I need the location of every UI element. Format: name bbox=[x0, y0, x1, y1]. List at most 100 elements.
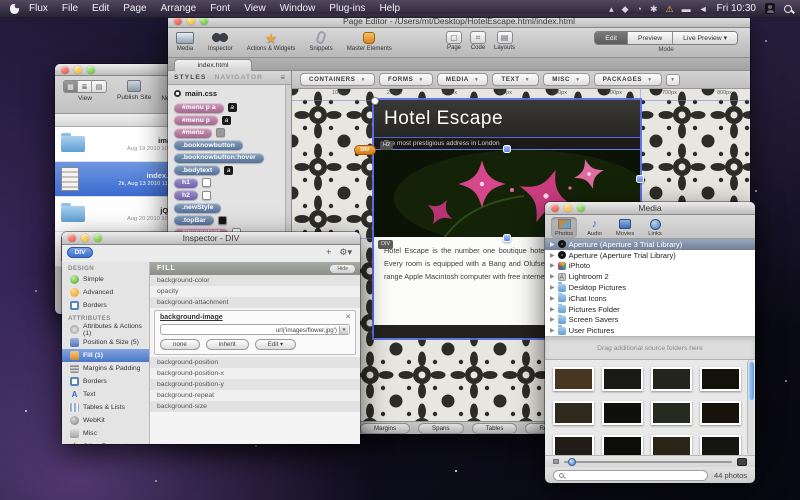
media-tab[interactable]: Links bbox=[644, 217, 666, 238]
disclosure-triangle-icon[interactable]: ▶ bbox=[550, 284, 555, 291]
inspector-titlebar[interactable]: Inspector - DIV bbox=[62, 232, 360, 245]
css-style-row[interactable]: h1 bbox=[174, 178, 291, 188]
slider-track[interactable] bbox=[564, 461, 732, 463]
tab-index-html[interactable]: index.html bbox=[174, 59, 252, 71]
css-style-row[interactable]: .booknowbutton bbox=[174, 140, 291, 150]
insert-menu-button[interactable]: PACKAGES▼ bbox=[594, 73, 662, 86]
canvas-tool-button[interactable]: Tables bbox=[472, 423, 518, 434]
zoom-button[interactable] bbox=[87, 66, 95, 74]
media-source-row[interactable]: ▶ iPhoto bbox=[545, 261, 755, 272]
photo-thumbnail[interactable] bbox=[700, 401, 741, 425]
insert-menu-button[interactable]: TEXT▼ bbox=[492, 73, 539, 86]
view-button[interactable]: ▤ Layouts bbox=[494, 31, 515, 51]
media-source-row[interactable]: ▶ Aperture (Aperture Trial Library) bbox=[545, 250, 755, 261]
media-source-row[interactable]: ▶ Pictures Folder bbox=[545, 304, 755, 315]
media-source-row[interactable]: ▶ Screen Savers bbox=[545, 315, 755, 326]
resize-handle[interactable] bbox=[503, 145, 511, 153]
nav-item[interactable]: Borders bbox=[62, 299, 149, 312]
view-segmented[interactable]: ▦≣▤ bbox=[63, 80, 107, 93]
div-tag-orange[interactable]: DIV bbox=[354, 145, 376, 155]
volume-icon[interactable]: ◄ bbox=[699, 0, 708, 18]
css-style-row[interactable]: .bodytext a bbox=[174, 165, 291, 175]
time-machine-icon[interactable]: ◔ bbox=[637, 0, 642, 18]
add-icon[interactable]: + bbox=[326, 247, 331, 258]
search-input[interactable] bbox=[553, 470, 708, 481]
tab-styles[interactable]: STYLES bbox=[174, 74, 206, 81]
css-style-row[interactable]: .topBar bbox=[174, 215, 291, 225]
media-source-row[interactable]: ▶ User Pictures bbox=[545, 325, 755, 336]
insert-menu-button[interactable]: MISC▼ bbox=[543, 73, 589, 86]
media-tab[interactable]: Movies bbox=[612, 217, 638, 238]
gear-icon[interactable]: ⚙▾ bbox=[339, 247, 352, 258]
menu-item[interactable]: Help bbox=[379, 3, 400, 14]
menu-item[interactable]: Edit bbox=[92, 3, 109, 14]
css-style-row[interactable]: #menu p a a bbox=[174, 103, 291, 113]
photo-thumbnail[interactable] bbox=[700, 367, 741, 391]
menu-item[interactable]: Flux bbox=[29, 3, 48, 14]
canvas-tool-button[interactable]: Margins bbox=[360, 423, 410, 434]
thumb-scrollbar[interactable] bbox=[747, 360, 754, 455]
disclosure-triangle-icon[interactable]: ▶ bbox=[550, 316, 555, 323]
resize-handle[interactable] bbox=[503, 234, 511, 242]
disclosure-triangle-icon[interactable]: ▶ bbox=[550, 295, 555, 302]
slider-knob[interactable] bbox=[568, 458, 576, 466]
nav-item[interactable]: Tables & Lists bbox=[62, 401, 149, 414]
toolbar-button[interactable]: ★ Actions & Widgets bbox=[247, 30, 296, 52]
media-source-row[interactable]: ▶ Aperture (Aperture 3 Trial Library) bbox=[545, 239, 755, 250]
menu-item[interactable]: Font bbox=[210, 3, 230, 14]
toolbar-button[interactable]: Media bbox=[176, 30, 194, 52]
menu-item[interactable]: Plug-ins bbox=[329, 3, 365, 14]
apple-icon[interactable] bbox=[10, 4, 19, 14]
disclosure-triangle-icon[interactable]: ▶ bbox=[550, 273, 555, 280]
disclosure-triangle-icon[interactable]: ▶ bbox=[550, 241, 555, 248]
view-button[interactable]: ▢ Page bbox=[446, 31, 462, 51]
css-style-row[interactable]: .newStyle bbox=[174, 203, 291, 213]
menu-item[interactable]: File bbox=[62, 3, 78, 14]
photo-thumbnail[interactable] bbox=[602, 435, 643, 455]
resize-handle[interactable] bbox=[371, 97, 379, 105]
fill-hide-badge[interactable]: Hide bbox=[330, 265, 355, 273]
nav-item[interactable]: WebKit bbox=[62, 414, 149, 427]
disclosure-triangle-icon[interactable]: ▶ bbox=[550, 262, 555, 269]
fill-action-button[interactable]: none bbox=[160, 339, 200, 350]
nav-item[interactable]: Margins & Padding bbox=[62, 362, 149, 375]
photo-thumbnail[interactable] bbox=[651, 435, 692, 455]
nav-item[interactable]: Text bbox=[62, 388, 149, 401]
fill-property-row[interactable]: opacity bbox=[150, 286, 360, 297]
stylesheet-row[interactable]: main.css bbox=[168, 85, 291, 100]
photo-thumbnail[interactable] bbox=[651, 401, 692, 425]
close-icon[interactable]: ✕ bbox=[345, 313, 351, 321]
fill-action-button[interactable]: inherit bbox=[206, 339, 249, 350]
h2-tag[interactable]: H2 bbox=[380, 141, 393, 150]
resize-handle[interactable] bbox=[636, 175, 644, 183]
photo-thumbnail[interactable] bbox=[651, 367, 692, 391]
menu-item[interactable]: Arrange bbox=[161, 3, 197, 14]
fill-property-row[interactable]: background-attachment bbox=[150, 297, 360, 308]
disclosure-triangle-icon[interactable]: ▶ bbox=[550, 306, 555, 313]
growl-icon[interactable]: ▴ bbox=[609, 0, 614, 18]
photo-thumbnail[interactable] bbox=[602, 401, 643, 425]
media-source-row[interactable]: ▶ iChat Icons bbox=[545, 293, 755, 304]
photo-thumbnail[interactable] bbox=[553, 401, 594, 425]
dropdown-icon[interactable]: ▼ bbox=[339, 326, 348, 334]
nav-item[interactable]: Simple bbox=[62, 273, 149, 286]
insert-menu-overflow-button[interactable]: ▼ bbox=[666, 74, 680, 86]
media-tab[interactable]: Photos bbox=[551, 217, 577, 238]
sync-icon[interactable]: ◆ bbox=[622, 0, 629, 18]
page-header-block[interactable]: Hotel Escape bbox=[374, 100, 640, 137]
disclosure-triangle-icon[interactable]: ▶ bbox=[550, 252, 555, 259]
selected-element-pill[interactable]: DIV bbox=[67, 247, 93, 258]
spotlight-icon[interactable] bbox=[784, 5, 792, 13]
menu-item[interactable]: Page bbox=[123, 3, 146, 14]
insert-menu-button[interactable]: FORMS▼ bbox=[379, 73, 433, 86]
css-style-row[interactable]: #menu bbox=[174, 128, 291, 138]
media-tab[interactable]: ♪ Audio bbox=[583, 217, 606, 238]
photo-thumbnail[interactable] bbox=[553, 435, 594, 455]
nav-item[interactable]: Attributes & Actions (1) bbox=[62, 323, 149, 336]
nav-item[interactable]: Borders bbox=[62, 375, 149, 388]
nav-item[interactable]: Other Parameters bbox=[62, 440, 149, 444]
fill-property-row[interactable]: background-color bbox=[150, 275, 360, 286]
css-style-row[interactable]: h2 bbox=[174, 190, 291, 200]
toolbar-button[interactable]: Snippets bbox=[309, 30, 332, 52]
css-style-row[interactable]: .booknowbutton:hover bbox=[174, 153, 291, 163]
